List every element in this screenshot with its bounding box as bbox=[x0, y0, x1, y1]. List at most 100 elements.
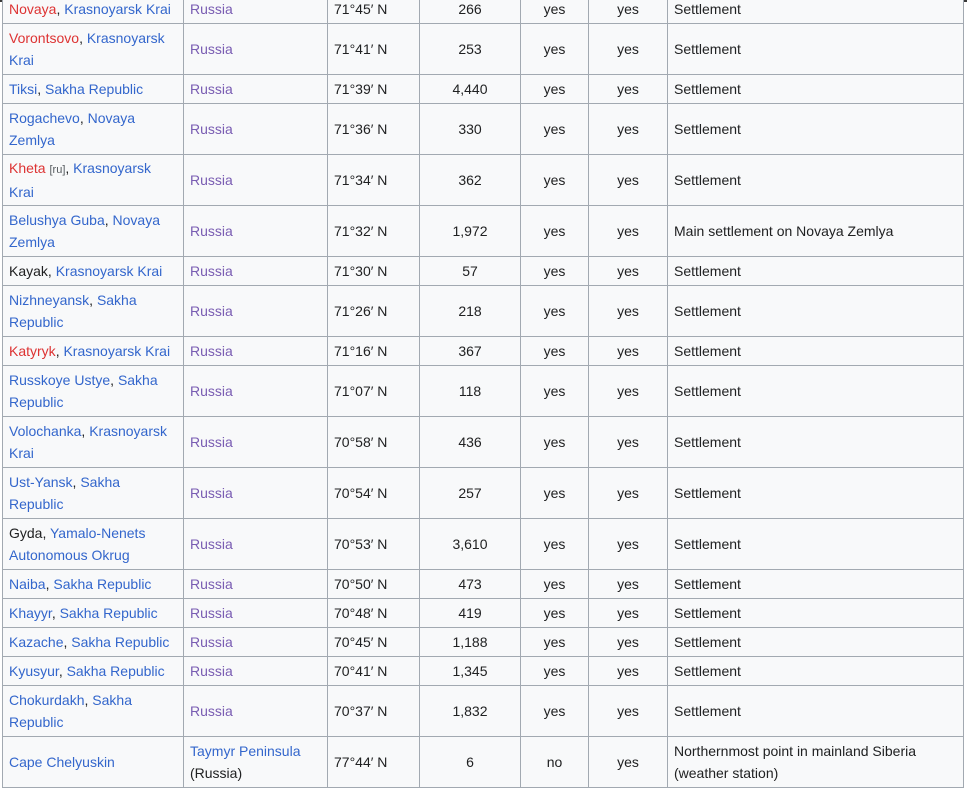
place-separator: , bbox=[47, 263, 56, 279]
cell-place: Cape Chelyuskin bbox=[2, 736, 184, 788]
place-link[interactable]: Kyusyur bbox=[9, 663, 59, 679]
cell-country: Russia bbox=[183, 256, 328, 286]
country-link[interactable]: Russia bbox=[190, 605, 233, 621]
cell-country: Russia bbox=[183, 285, 328, 337]
table-row: Kazache, Sakha Republic Russia 70°45′ N 1,1… bbox=[2, 627, 964, 657]
country-link[interactable]: Russia bbox=[190, 485, 233, 501]
cell-country: Russia bbox=[183, 0, 328, 24]
cell-latitude: 71°45′ N bbox=[327, 0, 420, 24]
cell-flag-1: yes bbox=[520, 154, 589, 206]
cell-notes: Settlement bbox=[667, 256, 964, 286]
cell-notes: Settlement bbox=[667, 365, 964, 417]
region-link[interactable]: Sakha Republic bbox=[60, 605, 158, 621]
country-link[interactable]: Russia bbox=[190, 41, 233, 57]
country-link[interactable]: Taymyr Peninsula bbox=[190, 743, 301, 759]
cell-flag-2: yes bbox=[588, 598, 668, 628]
cell-population: 253 bbox=[419, 23, 521, 75]
place-separator: , bbox=[65, 160, 74, 176]
cell-country: Russia bbox=[183, 467, 328, 519]
place-link[interactable]: Rogachevo bbox=[9, 110, 80, 126]
place-separator: , bbox=[51, 605, 60, 621]
region-link[interactable]: Krasnoyarsk Krai bbox=[56, 263, 163, 279]
table-row: Naiba, Sakha Republic Russia 70°50′ N 473 ye… bbox=[2, 569, 964, 599]
cell-notes: Northernmost point in mainland Siberia (… bbox=[667, 736, 964, 788]
cell-flag-1: yes bbox=[520, 467, 589, 519]
country-link[interactable]: Russia bbox=[190, 663, 233, 679]
place-link[interactable]: Russkoye Ustye bbox=[9, 372, 110, 388]
country-link[interactable]: Russia bbox=[190, 1, 233, 17]
cell-country: Russia bbox=[183, 627, 328, 657]
cell-flag-2: yes bbox=[588, 416, 668, 468]
cell-flag-2: yes bbox=[588, 685, 668, 737]
place-link[interactable]: Kazache bbox=[9, 634, 63, 650]
country-link[interactable]: Russia bbox=[190, 81, 233, 97]
cell-latitude: 71°26′ N bbox=[327, 285, 420, 337]
region-link[interactable]: Krasnoyarsk Krai bbox=[63, 343, 170, 359]
place-link[interactable]: Volochanka bbox=[9, 423, 81, 439]
region-link[interactable]: Sakha Republic bbox=[53, 576, 151, 592]
cell-place: Volochanka, Krasnoyarsk Krai bbox=[2, 416, 184, 468]
place-link[interactable]: Cape Chelyuskin bbox=[9, 754, 115, 770]
place-link[interactable]: Tiksi bbox=[9, 81, 37, 97]
table-row: Khayyr, Sakha Republic Russia 70°48′ N 419 y… bbox=[2, 598, 964, 628]
country-link[interactable]: Russia bbox=[190, 383, 233, 399]
cell-population: 1,832 bbox=[419, 685, 521, 737]
cell-place: Tiksi, Sakha Republic bbox=[2, 74, 184, 104]
cell-place: Belushya Guba, Novaya Zemlya bbox=[2, 205, 184, 257]
country-link[interactable]: Russia bbox=[190, 634, 233, 650]
cell-country: Russia bbox=[183, 569, 328, 599]
cell-flag-2: yes bbox=[588, 336, 668, 366]
place-link[interactable]: Novaya bbox=[9, 1, 56, 17]
cell-flag-1: yes bbox=[520, 0, 589, 24]
place-link[interactable]: Ust-Yansk bbox=[9, 474, 73, 490]
place-separator: , bbox=[110, 372, 118, 388]
cell-place: Nizhneyansk, Sakha Republic bbox=[2, 285, 184, 337]
place-separator: , bbox=[37, 81, 46, 97]
cell-flag-2: yes bbox=[588, 0, 668, 24]
table-row: Tiksi, Sakha Republic Russia 71°39′ N 4,440… bbox=[2, 74, 964, 104]
region-link[interactable]: Krasnoyarsk Krai bbox=[64, 1, 171, 17]
place-link[interactable]: Vorontsovo bbox=[9, 30, 79, 46]
table-body: Novaya, Krasnoyarsk Krai Russia 71°45′ N 26… bbox=[2, 0, 964, 788]
country-link[interactable]: Russia bbox=[190, 576, 233, 592]
cell-flag-1: yes bbox=[520, 518, 589, 570]
cell-place: Kyusyur, Sakha Republic bbox=[2, 656, 184, 686]
cell-population: 419 bbox=[419, 598, 521, 628]
country-link[interactable]: Russia bbox=[190, 703, 233, 719]
cell-population: 330 bbox=[419, 103, 521, 155]
place-link[interactable]: Khayyr bbox=[9, 605, 52, 621]
cell-latitude: 71°41′ N bbox=[327, 23, 420, 75]
cell-country: Taymyr Peninsula (Russia) bbox=[183, 736, 328, 788]
cell-place: Kayak, Krasnoyarsk Krai bbox=[2, 256, 184, 286]
country-link[interactable]: Russia bbox=[190, 172, 233, 188]
cell-notes: Settlement bbox=[667, 416, 964, 468]
table-row: Kyusyur, Sakha Republic Russia 70°41′ N 1,3… bbox=[2, 656, 964, 686]
country-link[interactable]: Russia bbox=[190, 536, 233, 552]
cell-population: 362 bbox=[419, 154, 521, 206]
country-link[interactable]: Russia bbox=[190, 303, 233, 319]
place-link[interactable]: Kheta bbox=[9, 160, 46, 176]
region-link[interactable]: Sakha Republic bbox=[71, 634, 169, 650]
place-link[interactable]: Belushya Guba bbox=[9, 212, 105, 228]
cell-flag-1: yes bbox=[520, 569, 589, 599]
region-link[interactable]: Sakha Republic bbox=[45, 81, 143, 97]
place-link[interactable]: Naiba bbox=[9, 576, 46, 592]
cell-country: Russia bbox=[183, 518, 328, 570]
interlanguage-tag-link[interactable]: [ru] bbox=[49, 164, 65, 176]
cell-latitude: 70°45′ N bbox=[327, 627, 420, 657]
cell-flag-1: yes bbox=[520, 103, 589, 155]
cell-notes: Settlement bbox=[667, 685, 964, 737]
country-link[interactable]: Russia bbox=[190, 434, 233, 450]
country-link[interactable]: Russia bbox=[190, 263, 233, 279]
cell-place: Gyda, Yamalo-Nenets Autonomous Okrug bbox=[2, 518, 184, 570]
table-row: Vorontsovo, Krasnoyarsk Krai Russia 71°41′… bbox=[2, 23, 964, 75]
country-link[interactable]: Russia bbox=[190, 121, 233, 137]
country-link[interactable]: Russia bbox=[190, 343, 233, 359]
region-link[interactable]: Sakha Republic bbox=[67, 663, 165, 679]
cell-population: 257 bbox=[419, 467, 521, 519]
place-link[interactable]: Katyryk bbox=[9, 343, 56, 359]
place-link[interactable]: Nizhneyansk bbox=[9, 292, 89, 308]
place-link[interactable]: Chokurdakh bbox=[9, 692, 85, 708]
cell-latitude: 71°34′ N bbox=[327, 154, 420, 206]
country-link[interactable]: Russia bbox=[190, 223, 233, 239]
